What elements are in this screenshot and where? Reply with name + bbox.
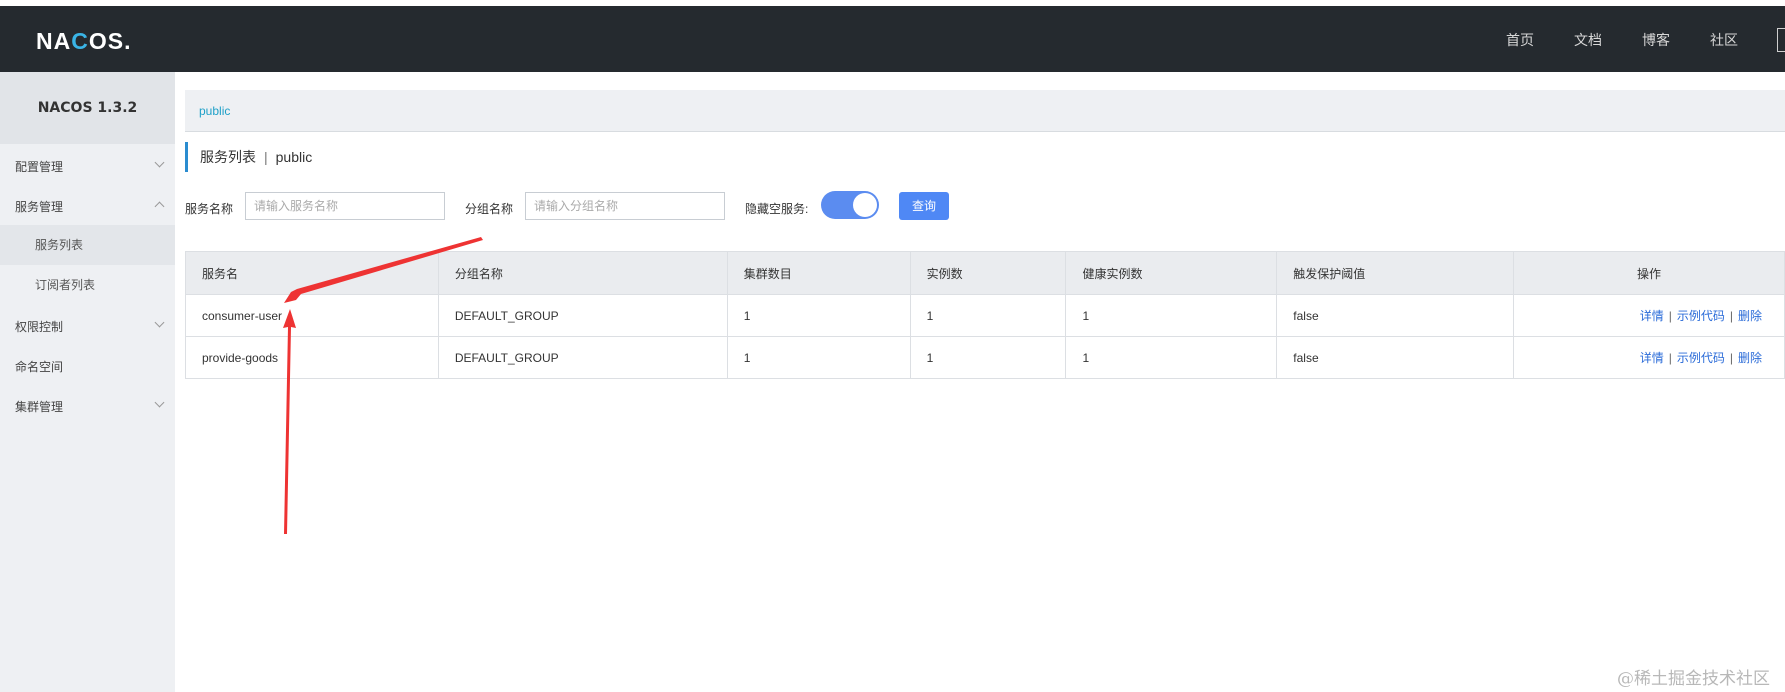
- language-switch-button[interactable]: [1777, 28, 1785, 52]
- actions-cell: 详情 | 示例代码 | 删除: [1513, 294, 1785, 337]
- sample-code-link[interactable]: 示例代码: [1677, 351, 1725, 365]
- service-name-cell: provide-goods: [185, 336, 439, 379]
- instance-count-cell: 1: [910, 294, 1067, 337]
- action-separator: |: [1729, 309, 1733, 323]
- page-title-text: 服务列表: [200, 149, 256, 165]
- sidebar: NACOS 1.3.2 配置管理 服务管理 服务列表 订阅者列表 权限控制 命名…: [0, 72, 175, 692]
- cluster-count-cell: 1: [727, 294, 911, 337]
- action-separator: |: [1729, 351, 1733, 365]
- delete-link[interactable]: 删除: [1738, 309, 1762, 323]
- service-name-input[interactable]: [245, 192, 445, 220]
- sidebar-item-service-list[interactable]: 服务列表: [0, 225, 175, 265]
- sidebar-item-service[interactable]: 服务管理: [15, 198, 63, 215]
- service-name-label: 服务名称: [185, 202, 234, 216]
- delete-link[interactable]: 删除: [1738, 351, 1762, 365]
- watermark: @稀土掘金技术社区: [1617, 669, 1770, 689]
- sidebar-item-namespace[interactable]: 命名空间: [15, 358, 63, 375]
- action-separator: |: [1668, 351, 1672, 365]
- group-cell: DEFAULT_GROUP: [438, 336, 728, 379]
- hide-empty-label: 隐藏空服务:: [745, 202, 809, 216]
- table-row: provide-goods DEFAULT_GROUP 1 1 1 false …: [185, 336, 1785, 379]
- nav-home[interactable]: 首页: [1506, 30, 1534, 50]
- sample-code-link[interactable]: 示例代码: [1677, 309, 1725, 323]
- nav-blog[interactable]: 博客: [1642, 30, 1670, 50]
- column-header: 实例数: [910, 251, 1067, 295]
- column-header: 操作: [1513, 251, 1785, 295]
- action-separator: |: [1668, 309, 1672, 323]
- chevron-down-icon: [154, 157, 165, 168]
- sidebar-title: NACOS 1.3.2: [0, 72, 175, 144]
- table-header-row: 服务名 分组名称 集群数目 实例数 健康实例数 触发保护阈值 操作: [185, 251, 1785, 295]
- nav-community[interactable]: 社区: [1710, 30, 1738, 50]
- actions-cell: 详情 | 示例代码 | 删除: [1513, 336, 1785, 379]
- page-title: 服务列表 | public: [185, 142, 312, 172]
- detail-link[interactable]: 详情: [1640, 309, 1664, 323]
- sidebar-item-config[interactable]: 配置管理: [15, 158, 63, 175]
- column-header: 健康实例数: [1065, 251, 1278, 295]
- page-title-namespace: public: [275, 149, 313, 165]
- service-table: 服务名 分组名称 集群数目 实例数 健康实例数 触发保护阈值 操作 consum…: [185, 251, 1785, 379]
- healthy-count-cell: 1: [1065, 294, 1278, 337]
- column-header: 服务名: [185, 251, 439, 295]
- top-header: NACOS. 首页 文档 博客 社区: [0, 6, 1785, 72]
- group-name-label: 分组名称: [465, 202, 514, 216]
- service-name-cell: consumer-user: [185, 294, 439, 337]
- threshold-cell: false: [1276, 336, 1515, 379]
- instance-count-cell: 1: [910, 336, 1067, 379]
- detail-link[interactable]: 详情: [1640, 351, 1664, 365]
- nacos-logo[interactable]: NACOS.: [36, 28, 131, 55]
- chevron-down-icon: [154, 397, 165, 408]
- namespace-breadcrumb: public: [185, 90, 1785, 132]
- healthy-count-cell: 1: [1065, 336, 1278, 379]
- query-button[interactable]: 查询: [899, 192, 949, 220]
- hide-empty-toggle[interactable]: [821, 191, 879, 219]
- chevron-up-icon: [154, 201, 165, 212]
- column-header: 触发保护阈值: [1276, 251, 1515, 295]
- namespace-link[interactable]: public: [199, 104, 230, 118]
- sidebar-item-subscriber-list[interactable]: 订阅者列表: [0, 265, 175, 305]
- table-row: consumer-user DEFAULT_GROUP 1 1 1 false …: [185, 294, 1785, 337]
- title-separator: |: [264, 149, 268, 165]
- group-cell: DEFAULT_GROUP: [438, 294, 728, 337]
- threshold-cell: false: [1276, 294, 1515, 337]
- column-header: 集群数目: [727, 251, 911, 295]
- column-header: 分组名称: [438, 251, 728, 295]
- sidebar-item-auth[interactable]: 权限控制: [15, 318, 63, 335]
- group-name-input[interactable]: [525, 192, 725, 220]
- toggle-knob: [853, 193, 877, 217]
- chevron-down-icon: [154, 317, 165, 328]
- nav-docs[interactable]: 文档: [1574, 30, 1602, 50]
- cluster-count-cell: 1: [727, 336, 911, 379]
- sidebar-item-cluster[interactable]: 集群管理: [15, 398, 63, 415]
